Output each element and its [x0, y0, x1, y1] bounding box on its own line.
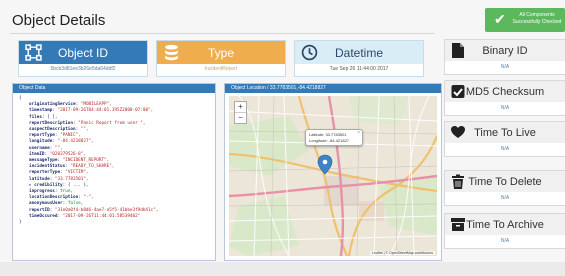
json-key: reportType: [29, 133, 55, 139]
json-value: [ ],: [47, 114, 58, 120]
object-location-panel: Object Location / 33.7783501,-84.4218827: [224, 83, 442, 261]
json-key: latitude: [29, 176, 50, 182]
time-to-live-label: Time To Live: [474, 126, 536, 139]
json-key: timeOccured: [29, 213, 58, 219]
time-to-live-value: N/A: [500, 146, 510, 152]
database-icon: [165, 44, 178, 61]
object-data-title: Object Data: [13, 84, 215, 93]
map-tiles: [229, 96, 437, 256]
json-key: username: [29, 145, 50, 151]
json-brace: {: [19, 96, 22, 101]
page-footer: [0, 262, 565, 276]
datetime-label: Datetime: [334, 45, 384, 60]
json-value: "2017-09-26T11:44:01.58539402": [62, 213, 141, 219]
popup-longitude: Longitude: -84.421827: [309, 138, 350, 143]
json-value: false,: [67, 201, 84, 207]
md5-checksum-label: MD5 Checksum: [465, 85, 545, 98]
object-data-json: {originatingService: "MOBILEAPP", timesta…: [13, 93, 215, 226]
json-value: true,: [60, 189, 73, 195]
binary-id-card: Binary ID N/A: [444, 39, 565, 75]
object-id-card: Object ID 5bcb3d81ee3b26e5da64ddf2: [18, 40, 148, 77]
map-attribution[interactable]: Leaflet | © OpenStreetMap contributors: [370, 251, 435, 255]
zoom-out-button[interactable]: −: [235, 113, 246, 123]
json-value: { ... },: [67, 182, 89, 188]
json-key: reportDescription: [29, 120, 73, 126]
json-value: "",: [80, 127, 89, 133]
title-divider: [10, 33, 435, 34]
zoom-control: + −: [234, 101, 247, 124]
datetime-card: Datetime Tue Sep 26 11:44:00 2017: [294, 40, 424, 77]
status-badge-text: All Components Successfully Checked: [512, 12, 562, 25]
trash-icon: [452, 174, 464, 189]
binary-id-value: N/A: [500, 64, 510, 70]
json-key: originatingService: [29, 102, 76, 108]
json-value: "-",: [83, 195, 94, 201]
checkbox-icon: [451, 85, 465, 98]
time-to-delete-label: Time To Delete: [468, 175, 542, 188]
object-data-panel: Object Data {originatingService: "MOBILE…: [12, 83, 216, 261]
type-value: IncidentReport: [204, 66, 238, 72]
json-key: itemID: [29, 151, 45, 157]
json-value: "VICTIM",: [65, 170, 89, 176]
json-value: "31e0a0f4-b8d6-4ae7-a5f5-41bbe3f9db41c",: [54, 207, 159, 213]
md5-checksum-card: MD5 Checksum N/A: [444, 80, 565, 116]
json-key: ▸ credibility: [29, 182, 63, 188]
time-to-archive-value: N/A: [500, 238, 510, 244]
json-key: reporterType: [29, 170, 61, 176]
json-brace: }: [19, 220, 22, 226]
time-to-archive-label: Time To Archive: [466, 218, 544, 231]
file-icon: [452, 43, 464, 58]
json-key: messageType: [29, 158, 58, 164]
time-to-archive-card: Time To Archive N/A: [444, 213, 565, 249]
time-to-live-card: Time To Live N/A: [444, 121, 565, 157]
status-badge: ✔ All Components Successfully Checked: [485, 8, 565, 32]
json-value: "READY_TO_SHARE",: [70, 164, 115, 170]
object-id-value: 5bcb3d81ee3b26e5da64ddf2: [50, 66, 116, 72]
archive-icon: [451, 218, 465, 231]
json-key: anonymousUser: [29, 201, 63, 207]
json-line: }: [19, 220, 215, 226]
page-title: Object Details: [12, 12, 106, 29]
popup-close-button[interactable]: ×: [357, 130, 360, 136]
md5-checksum-value: N/A: [500, 105, 510, 111]
json-value: "PANIC",: [60, 133, 81, 139]
zoom-in-button[interactable]: +: [235, 102, 246, 113]
json-value: "020379526-8",: [49, 151, 86, 157]
json-key: files: [29, 114, 42, 120]
json-key: inprogress: [29, 189, 55, 195]
time-to-delete-card: Time To Delete N/A: [444, 170, 565, 206]
json-key: incidentStatus: [29, 164, 66, 170]
type-label: Type: [207, 45, 234, 60]
object-id-label: Object ID: [57, 45, 108, 60]
json-value: "2017-09-26T04:44:01.195Z2000-07:00",: [57, 108, 154, 114]
object-location-title: Object Location / 33.7783501,-84.4218827: [225, 84, 441, 93]
location-map[interactable]: + − × Latitude: 33.7783501 Longitude: -8…: [229, 96, 437, 256]
json-value: "INCIDENT_REPORT",: [62, 158, 110, 164]
binary-id-label: Binary ID: [482, 44, 528, 57]
json-key: timestamp: [29, 108, 53, 114]
location-popup: × Latitude: 33.7783501 Longitude: -84.42…: [305, 129, 363, 146]
json-value: "33.7783501",: [54, 176, 89, 182]
type-card: Type IncidentReport: [156, 40, 286, 77]
json-key: suspectDescription: [29, 127, 76, 133]
check-icon: ✔: [494, 11, 506, 27]
json-key: reportID: [29, 207, 50, 213]
datetime-value: Tue Sep 26 11:44:00 2017: [329, 66, 389, 72]
json-value: "Panic Report from user ",: [78, 120, 146, 126]
json-value: "MOBILEAPP",: [80, 102, 112, 108]
json-value: "",: [54, 145, 63, 151]
json-value: "-84.4218827",: [57, 139, 94, 145]
json-key: locationDescription: [29, 195, 79, 201]
time-to-delete-value: N/A: [500, 195, 510, 201]
json-key: longitude: [29, 139, 53, 145]
network-icon: [25, 44, 42, 61]
clock-icon: [301, 44, 318, 61]
heart-icon: [451, 126, 465, 138]
